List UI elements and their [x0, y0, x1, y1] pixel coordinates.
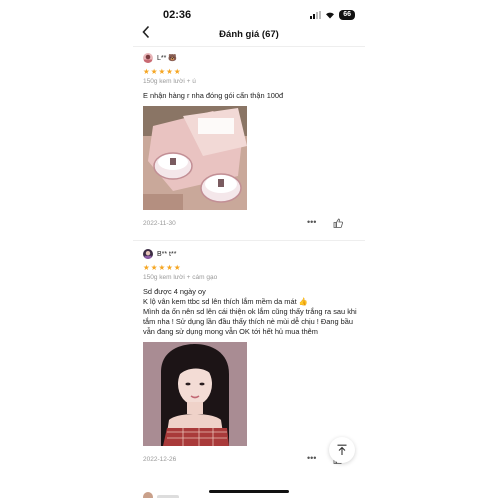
signal-icon — [310, 11, 322, 19]
review-item: B** t** ★★★★★ 150g kem lười + cám gạo Sd… — [143, 248, 357, 466]
page-header: Đánh giá (67) — [133, 24, 365, 47]
arrow-up-icon — [337, 444, 347, 455]
page-title: Đánh giá (67) — [219, 29, 279, 40]
review-item: L** 🐻 ★★★★★ 150g kem lười + ú E nhận hàn… — [143, 52, 357, 230]
review-variant: 150g kem lười + ú — [143, 78, 196, 85]
home-indicator[interactable] — [209, 490, 289, 493]
review-date: 2022-12-26 — [143, 456, 177, 463]
review-photo[interactable] — [143, 342, 247, 446]
review-text: E nhận hàng r nha đóng gói cẩn thận 100đ — [143, 91, 284, 100]
review-date: 2022-11-30 — [143, 220, 176, 227]
review-username: B** t** — [157, 250, 177, 258]
avatar[interactable] — [143, 53, 153, 63]
status-icons: 66 — [310, 10, 355, 20]
battery-indicator: 66 — [339, 10, 355, 20]
review-footer: 2022-12-26 ••• 1 — [143, 453, 357, 466]
review-user-row: L** 🐻 — [143, 52, 357, 64]
status-bar: 02:36 66 — [133, 6, 365, 22]
phone-screen: 02:36 66 Đánh giá (67) L** 🐻 ★★★★★ 150g … — [133, 0, 365, 498]
review-text: Sd được 4 ngày oy K lộ vân kem ttbc sd l… — [143, 287, 357, 336]
review-user-row: B** t** — [143, 248, 357, 260]
review-photo[interactable] — [143, 106, 247, 210]
next-review-preview — [143, 492, 179, 498]
thumbs-up-icon — [333, 218, 343, 228]
review-username-placeholder — [157, 494, 179, 498]
wifi-icon — [325, 11, 335, 20]
more-options-button[interactable]: ••• — [307, 453, 316, 463]
scroll-to-top-button[interactable] — [329, 437, 355, 463]
avatar[interactable] — [143, 249, 153, 259]
like-button[interactable] — [333, 218, 345, 228]
review-divider — [133, 240, 365, 241]
review-variant: 150g kem lười + cám gạo — [143, 274, 218, 281]
review-footer: 2022-11-30 ••• — [143, 217, 357, 230]
avatar — [143, 492, 153, 498]
star-rating: ★★★★★ — [143, 263, 182, 272]
review-username: L** 🐻 — [157, 55, 178, 62]
more-options-button[interactable]: ••• — [307, 217, 316, 227]
status-time: 02:36 — [163, 9, 192, 21]
star-rating: ★★★★★ — [143, 67, 182, 76]
